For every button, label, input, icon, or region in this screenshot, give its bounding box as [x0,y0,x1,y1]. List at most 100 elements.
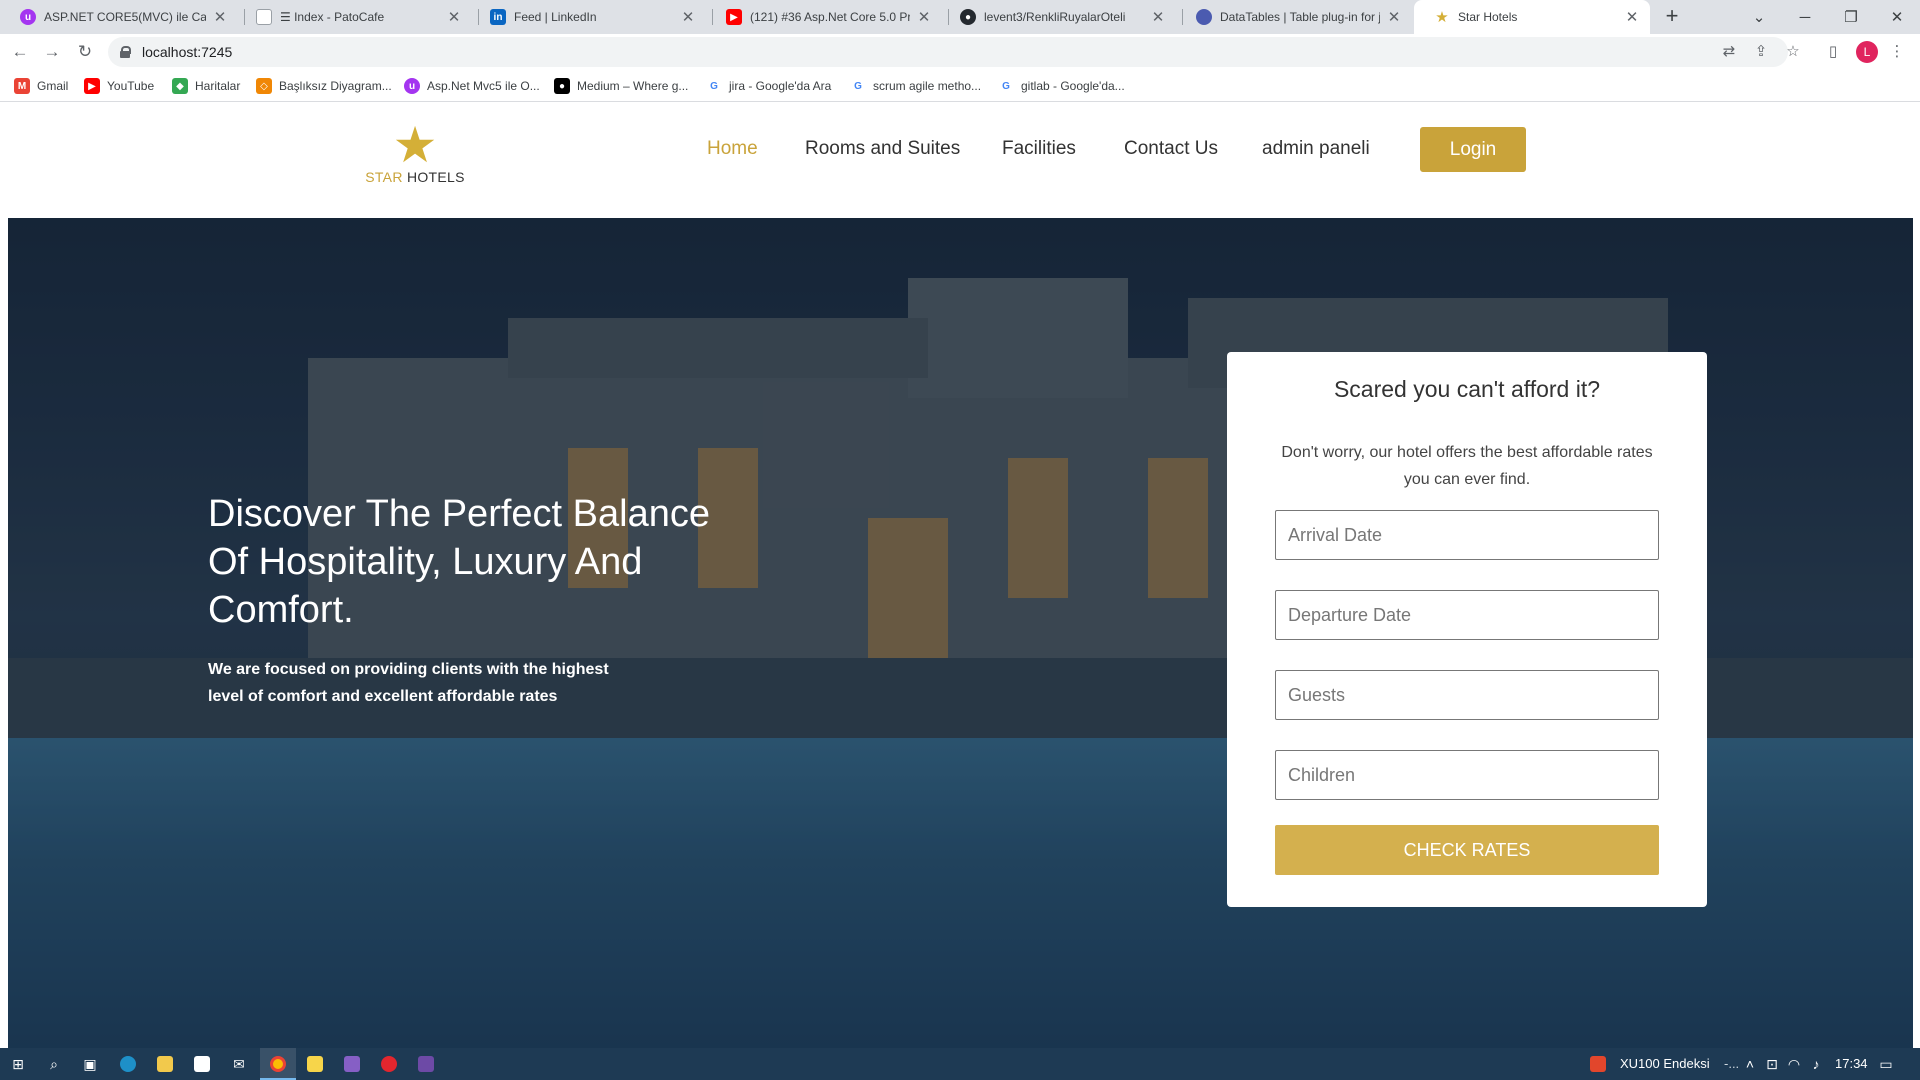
browser-tab[interactable]: u ASP.NET CORE5(MVC) ile Cafe R ✕ [0,0,238,34]
browser-tab[interactable]: in Feed | LinkedIn ✕ [470,0,706,34]
hero-subtitle: We are focused on providing clients with… [208,661,609,705]
tab-title: ASP.NET CORE5(MVC) ile Cafe R [44,10,206,24]
close-window-button[interactable]: ✕ [1874,0,1920,34]
side-panel-icon[interactable]: ▯ [1824,43,1842,61]
datatables-icon [1196,9,1212,25]
restore-button[interactable]: ❐ [1828,0,1874,34]
close-icon[interactable]: ✕ [1150,8,1166,26]
bookmark-item[interactable]: G jira - Google'da Ara [706,78,831,94]
sticky-notes-icon[interactable] [305,1054,325,1074]
browser-tab-active[interactable]: ★ Star Hotels ✕ [1414,0,1650,34]
search-icon[interactable]: ⌕ [44,1054,64,1074]
close-icon[interactable]: ✕ [1386,8,1402,26]
visual-studio-icon[interactable] [342,1054,362,1074]
nav-rooms-and-suites[interactable]: Rooms and Suites [805,138,960,160]
task-view-icon[interactable]: ▣ [80,1054,100,1074]
profile-avatar[interactable]: L [1856,41,1878,63]
close-icon[interactable]: ✕ [446,8,462,26]
close-icon[interactable]: ✕ [916,8,932,26]
browser-tab-bar: u ASP.NET CORE5(MVC) ile Cafe R ✕ ☰ Inde… [0,0,1920,34]
arrival-date-input[interactable]: Arrival Date [1275,510,1659,560]
browser-tab[interactable]: ● levent3/RenkliRuyalarOteli ✕ [940,0,1176,34]
mail-icon[interactable]: ✉ [229,1054,249,1074]
hero-section: Discover The Perfect Balance Of Hospital… [8,218,1913,1048]
bookmark-item[interactable]: ● Medium – Where g... [554,78,688,94]
bookmark-item[interactable]: G scrum agile metho... [850,78,981,94]
star-icon: ★ [1435,9,1449,26]
bookmark-label: jira - Google'da Ara [729,79,832,93]
windows-start-icon[interactable]: ⊞ [8,1054,28,1074]
opera-icon[interactable] [379,1054,399,1074]
hero-title: Discover The Perfect Balance Of Hospital… [208,493,710,631]
translate-icon[interactable]: ⇄ [1720,43,1738,61]
browser-tab[interactable]: ☰ Index - PatoCafe ✕ [236,0,472,34]
url-text: localhost:7245 [142,44,233,60]
google-icon: G [850,78,866,94]
lock-icon [120,46,131,58]
guests-input[interactable]: Guests [1275,670,1659,720]
forward-button[interactable]: → [42,42,62,62]
nav-contact-us[interactable]: Contact Us [1124,138,1218,160]
tab-title: levent3/RenkliRuyalarOteli [984,10,1126,24]
edge-icon[interactable] [118,1054,138,1074]
login-button[interactable]: Login [1420,127,1526,172]
volume-icon[interactable]: ♪ [1806,1054,1826,1074]
departure-date-input[interactable]: Departure Date [1275,590,1659,640]
bookmark-label: YouTube [107,79,155,93]
bookmark-item[interactable]: ▶ YouTube [84,78,154,94]
address-bar[interactable]: localhost:7245 [108,37,1788,67]
google-icon: G [706,78,722,94]
bookmark-item[interactable]: ◇ Başlıksız Diyagram... [256,78,392,94]
reload-button[interactable]: ↻ [75,42,95,62]
star-logo-icon: ★ [392,117,438,173]
bookmark-star-icon[interactable]: ☆ [1784,43,1802,61]
file-explorer-icon[interactable] [155,1054,175,1074]
browser-toolbar: ← → ↻ localhost:7245 ⇄ ⇪ ☆ ▯ L ⋮ [0,34,1920,70]
nav-admin-panel[interactable]: admin paneli [1262,138,1370,160]
windows-taskbar: ⊞ ⌕ ▣ ✉ XU100 Endeksi -... ˄ ⊡ ◠ ♪ 17:34… [0,1048,1920,1080]
site-logo[interactable]: ★ STAR HOTELS [360,117,470,185]
clock[interactable]: 17:34 [1835,1056,1868,1071]
device-icon[interactable]: ⊡ [1762,1054,1782,1074]
booking-heading: Scared you can't afford it? [1333,376,1601,402]
wifi-icon[interactable]: ◠ [1784,1054,1804,1074]
menu-icon[interactable]: ⋮ [1888,43,1906,61]
udemy-icon: u [20,9,36,25]
check-rates-button[interactable]: CHECK RATES [1275,825,1659,875]
terminal-icon[interactable] [416,1054,436,1074]
tab-title: DataTables | Table plug-in for jQ [1220,10,1380,24]
bookmark-item[interactable]: ◆ Haritalar [172,78,240,94]
browser-tab[interactable]: ▶ (121) #36 Asp.Net Core 5.0 Proje ✕ [706,0,942,34]
youtube-icon: ▶ [726,9,742,25]
chevron-up-icon[interactable]: ˄ [1740,1054,1760,1074]
booking-text: Don't worry, our hotel offers the best a… [1281,444,1653,488]
bookmark-item[interactable]: M Gmail [14,78,68,94]
close-icon[interactable]: ✕ [1624,8,1640,26]
close-icon[interactable]: ✕ [212,8,228,26]
browser-tab[interactable]: DataTables | Table plug-in for jQ ✕ [1176,0,1412,34]
store-icon[interactable] [192,1054,212,1074]
stock-chart-icon [1588,1054,1608,1074]
bookmark-label: Haritalar [195,79,241,93]
new-tab-button[interactable]: + [1660,5,1684,29]
github-icon: ● [960,9,976,25]
bookmarks-bar: M Gmail ▶ YouTube ◆ Haritalar ◇ Başlıksı… [0,70,1920,102]
children-input[interactable]: Children [1275,750,1659,800]
bookmark-item[interactable]: G gitlab - Google'da... [998,78,1125,94]
chevron-down-icon[interactable]: ⌄ [1736,0,1782,34]
nav-home[interactable]: Home [707,138,758,160]
bookmark-label: Medium – Where g... [577,79,689,93]
minimize-button[interactable]: ─ [1782,0,1828,34]
nav-facilities[interactable]: Facilities [1002,138,1076,160]
notification-icon[interactable]: ▭ [1876,1054,1896,1074]
stock-ticker[interactable]: XU100 Endeksi [1620,1056,1710,1071]
medium-icon: ● [554,78,570,94]
back-button[interactable]: ← [10,42,30,62]
close-icon[interactable]: ✕ [680,8,696,26]
maps-icon: ◆ [172,78,188,94]
youtube-icon: ▶ [84,78,100,94]
share-icon[interactable]: ⇪ [1752,43,1770,61]
bookmark-label: scrum agile metho... [873,79,982,93]
bookmark-item[interactable]: u Asp.Net Mvc5 ile O... [404,78,540,94]
chrome-icon[interactable] [268,1054,288,1074]
